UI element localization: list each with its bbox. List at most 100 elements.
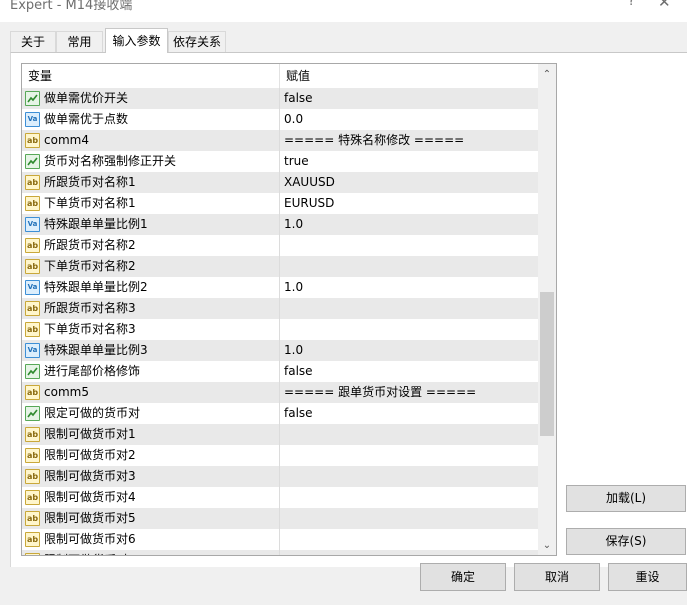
table-row[interactable]: ab 限制可做货币对6 (22, 529, 538, 550)
close-icon[interactable]: ✕ (658, 0, 671, 11)
reset-button[interactable]: 重设 (608, 563, 687, 591)
number-type-icon: Va (25, 343, 40, 358)
value-cell[interactable]: XAUUSD (279, 172, 538, 193)
variable-cell: ab 下单货币对名称2 (22, 256, 279, 277)
scroll-up-icon[interactable]: ⌃ (538, 66, 556, 84)
value-cell[interactable] (279, 487, 538, 508)
value-text: EURUSD (284, 196, 335, 210)
value-cell[interactable] (279, 319, 538, 340)
value-cell[interactable] (279, 256, 538, 277)
tab-about[interactable]: 关于 (10, 31, 56, 52)
value-cell[interactable] (279, 424, 538, 445)
header-variable[interactable]: 变量 (28, 64, 278, 88)
string-type-icon: ab (25, 259, 40, 274)
boolean-type-icon (25, 364, 40, 379)
table-row[interactable]: ab 限制可做货币对5 (22, 508, 538, 529)
table-row[interactable]: 货币对名称强制修正开关 true (22, 151, 538, 172)
variable-cell: 做单需优价开关 (22, 88, 279, 109)
value-cell[interactable] (279, 445, 538, 466)
save-button[interactable]: 保存(S) (566, 528, 686, 555)
value-cell[interactable] (279, 466, 538, 487)
scroll-thumb[interactable] (540, 292, 554, 436)
table-row[interactable]: ab 所跟货币对名称3 (22, 298, 538, 319)
ok-button[interactable]: 确定 (420, 563, 506, 591)
value-text: false (284, 406, 313, 420)
value-cell[interactable] (279, 529, 538, 550)
value-cell[interactable]: ===== 特殊名称修改 ===== (279, 130, 538, 151)
value-cell[interactable] (279, 298, 538, 319)
table-row[interactable]: ab 限制可做货币对3 (22, 466, 538, 487)
table-row[interactable]: ab comm4 ===== 特殊名称修改 ===== (22, 130, 538, 151)
string-type-icon: ab (25, 490, 40, 505)
table-row[interactable]: ab comm5 ===== 跟单货币对设置 ===== (22, 382, 538, 403)
variable-cell: ab 所跟货币对名称3 (22, 298, 279, 319)
value-text: 1.0 (284, 343, 304, 357)
value-cell[interactable]: false (279, 361, 538, 382)
grid-header: 变量 赋值 (22, 64, 538, 89)
table-row[interactable]: ab 所跟货币对名称2 (22, 235, 538, 256)
load-button[interactable]: 加载(L) (566, 485, 686, 512)
string-type-icon: ab (25, 427, 40, 442)
table-row[interactable]: ab 限制可做货币对2 (22, 445, 538, 466)
value-cell[interactable]: EURUSD (279, 193, 538, 214)
table-row[interactable]: ab 下单货币对名称3 (22, 319, 538, 340)
table-row[interactable]: Va 特殊跟单单量比例2 1.0 (22, 277, 538, 298)
table-row[interactable]: ab 所跟货币对名称1 XAUUSD (22, 172, 538, 193)
value-cell[interactable]: false (279, 88, 538, 109)
variable-cell: ab 所跟货币对名称1 (22, 172, 279, 193)
variable-cell: ab 限制可做货币对5 (22, 508, 279, 529)
value-cell[interactable]: 0.0 (279, 109, 538, 130)
table-row[interactable]: ab 限制可做货币对4 (22, 487, 538, 508)
vertical-scrollbar[interactable]: ⌃ ⌄ (538, 64, 556, 555)
header-value[interactable]: 赋值 (279, 64, 539, 88)
table-row[interactable]: Va 做单需优于点数 0.0 (22, 109, 538, 130)
table-row[interactable]: Va 特殊跟单单量比例1 1.0 (22, 214, 538, 235)
value-cell[interactable]: 1.0 (279, 277, 538, 298)
value-cell[interactable] (279, 508, 538, 529)
value-text: 1.0 (284, 217, 304, 231)
variable-cell: ab 限制可做货币对4 (22, 487, 279, 508)
help-icon[interactable]: ? (628, 0, 635, 9)
variable-cell: 货币对名称强制修正开关 (22, 151, 279, 172)
cancel-button[interactable]: 取消 (514, 563, 600, 591)
table-row[interactable]: 限定可做的货币对 false (22, 403, 538, 424)
variable-cell: Va 特殊跟单单量比例3 (22, 340, 279, 361)
value-cell[interactable]: ===== 跟单货币对设置 ===== (279, 382, 538, 403)
boolean-type-icon (25, 91, 40, 106)
table-row[interactable]: ab 下单货币对名称2 (22, 256, 538, 277)
value-text: ===== 跟单货币对设置 ===== (284, 385, 477, 399)
variable-name: 做单需优于点数 (44, 112, 129, 126)
value-text: 0.0 (284, 112, 304, 126)
tab-inputs[interactable]: 输入参数 (105, 28, 168, 53)
string-type-icon: ab (25, 385, 40, 400)
string-type-icon: ab (25, 322, 40, 337)
value-cell[interactable] (279, 235, 538, 256)
variable-name: 限制可做货币对1 (44, 427, 136, 441)
title-bar: Expert - M14接收端 ? ✕ (0, 0, 687, 22)
variable-cell: ab 限制可做货币对7 (22, 550, 279, 555)
variable-name: 限定可做的货币对 (44, 406, 141, 420)
value-cell[interactable]: 1.0 (279, 340, 538, 361)
value-cell[interactable]: true (279, 151, 538, 172)
table-row[interactable]: 做单需优价开关 false (22, 88, 538, 109)
table-row[interactable]: Va 特殊跟单单量比例3 1.0 (22, 340, 538, 361)
value-text: 1.0 (284, 280, 304, 294)
table-row[interactable]: ab 限制可做货币对7 (22, 550, 538, 555)
value-cell[interactable]: 1.0 (279, 214, 538, 235)
string-type-icon: ab (25, 196, 40, 211)
scroll-down-icon[interactable]: ⌄ (538, 537, 556, 555)
tab-common[interactable]: 常用 (56, 31, 103, 52)
tab-dependencies[interactable]: 依存关系 (168, 31, 226, 52)
value-cell[interactable]: false (279, 403, 538, 424)
value-cell[interactable] (279, 550, 538, 555)
tab-strip: 关于 常用 输入参数 依存关系 (0, 28, 687, 53)
table-row[interactable]: ab 下单货币对名称1 EURUSD (22, 193, 538, 214)
variable-name: 限制可做货币对2 (44, 448, 136, 462)
variable-cell: Va 特殊跟单单量比例1 (22, 214, 279, 235)
table-row[interactable]: ab 限制可做货币对1 (22, 424, 538, 445)
variable-name: 特殊跟单单量比例1 (44, 217, 148, 231)
variable-name: 限制可做货币对6 (44, 532, 136, 546)
table-row[interactable]: 进行尾部价格修饰 false (22, 361, 538, 382)
variable-name: 进行尾部价格修饰 (44, 364, 141, 378)
variable-cell: ab comm4 (22, 130, 279, 151)
